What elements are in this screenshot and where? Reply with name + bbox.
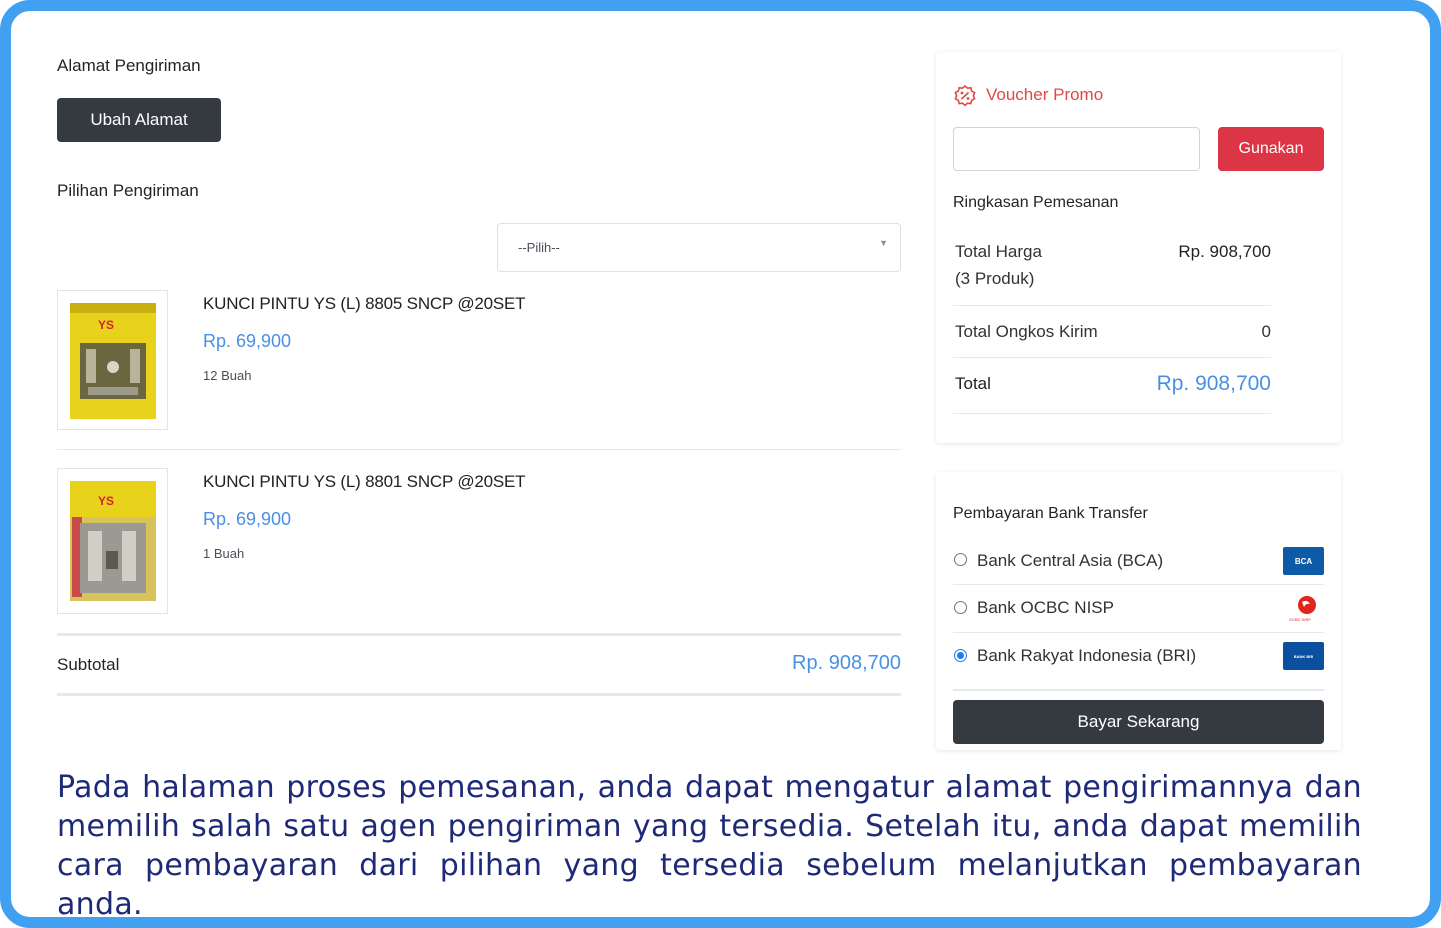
pay-now-button[interactable]: Bayar Sekarang xyxy=(953,700,1324,744)
divider xyxy=(57,449,901,450)
chevron-down-icon: ▼ xyxy=(879,238,888,248)
shipping-cost-value: 0 xyxy=(1261,322,1271,341)
bank-name[interactable]: Bank Rakyat Indonesia (BRI) xyxy=(977,646,1196,666)
door-lock-package-image: YS xyxy=(70,303,156,419)
door-lock-package-image: YS xyxy=(70,481,156,601)
address-title: Alamat Pengiriman xyxy=(57,56,201,75)
subtotal-value: Rp. 908,700 xyxy=(792,652,901,674)
voucher-title: Voucher Promo xyxy=(986,85,1104,104)
bank-logo-text: BCA xyxy=(1294,556,1313,566)
product-name[interactable]: KUNCI PINTU YS (L) 8801 SNCP @20SET xyxy=(203,472,526,492)
divider xyxy=(953,689,1324,691)
bank-radio-bca[interactable] xyxy=(954,553,967,566)
ocbc-logo: OCBC NISP xyxy=(1283,593,1324,625)
divider xyxy=(953,632,1324,633)
apply-voucher-button[interactable]: Gunakan xyxy=(1218,127,1324,171)
divider xyxy=(57,633,901,636)
product-thumbnail[interactable]: YS xyxy=(57,468,168,614)
bca-logo: BCA xyxy=(1283,547,1324,575)
total-label: Total xyxy=(955,374,991,393)
divider xyxy=(953,305,1271,306)
bri-logo: BANK BRI xyxy=(1283,642,1324,670)
svg-text:YS: YS xyxy=(98,318,114,332)
order-summary-title: Ringkasan Pemesanan xyxy=(953,194,1119,211)
shipping-select[interactable]: --Pilih-- ▼ xyxy=(497,223,901,272)
payment-title: Pembayaran Bank Transfer xyxy=(953,505,1148,522)
svg-text:YS: YS xyxy=(98,494,114,508)
bank-logo-text: OCBC NISP xyxy=(1289,617,1312,622)
divider xyxy=(953,357,1271,358)
voucher-input[interactable] xyxy=(953,127,1200,171)
bank-logo-text: BANK BRI xyxy=(1293,653,1314,659)
total-value: Rp. 908,700 xyxy=(1156,372,1271,395)
product-quantity: 12 Buah xyxy=(203,368,252,383)
divider xyxy=(953,584,1324,585)
change-address-button[interactable]: Ubah Alamat xyxy=(57,98,221,142)
bank-name[interactable]: Bank OCBC NISP xyxy=(977,598,1114,618)
subtotal-label: Subtotal xyxy=(57,655,120,674)
shipping-select-value: --Pilih-- xyxy=(518,240,560,255)
bank-radio-bri[interactable] xyxy=(954,649,967,662)
divider xyxy=(57,693,901,696)
product-thumbnail[interactable]: YS xyxy=(57,290,168,430)
product-name[interactable]: KUNCI PINTU YS (L) 8805 SNCP @20SET xyxy=(203,294,526,314)
shipping-options-title: Pilihan Pengiriman xyxy=(57,181,199,200)
product-quantity: 1 Buah xyxy=(203,546,245,561)
divider xyxy=(953,413,1271,414)
total-price-count: (3 Produk) xyxy=(955,269,1035,288)
product-price: Rp. 69,900 xyxy=(203,331,292,351)
instruction-caption: Pada halaman proses pemesanan, anda dapa… xyxy=(57,770,1362,922)
voucher-badge-icon xyxy=(954,84,976,107)
shipping-cost-label: Total Ongkos Kirim xyxy=(955,322,1098,341)
bank-radio-ocbc[interactable] xyxy=(954,601,967,614)
total-price-value: Rp. 908,700 xyxy=(1178,242,1271,261)
bank-name[interactable]: Bank Central Asia (BCA) xyxy=(977,551,1163,571)
product-price: Rp. 69,900 xyxy=(203,509,292,529)
total-price-label: Total Harga xyxy=(955,242,1042,261)
